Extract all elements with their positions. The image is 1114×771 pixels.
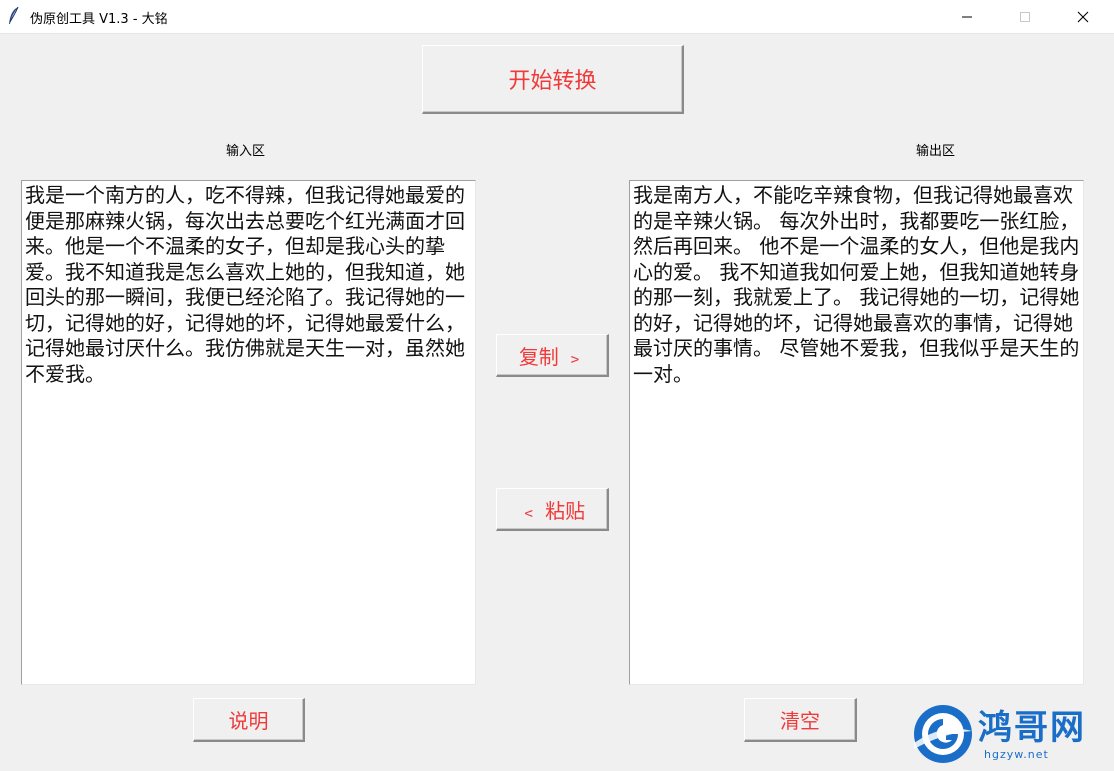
help-button[interactable]: 说明 [193,698,305,742]
input-area-label: 输入区 [226,144,266,159]
input-textarea[interactable]: 我是一个南方的人，吃不得辣，但我记得她最爱的便是那麻辣火锅，每次出去总要吃个红光… [21,180,476,685]
feather-icon [9,6,19,24]
maximize-button[interactable] [996,0,1054,33]
watermark-url: hgzyw.net [984,748,1049,761]
minimize-button[interactable] [938,0,996,33]
watermark-logo: 鸿哥网 hgzyw.net [912,700,1112,768]
window-title: 伪原创工具 V1.3 - 大铭 [30,12,168,27]
close-icon [1077,11,1089,22]
output-area-label: 输出区 [916,144,956,159]
watermark-name: 鸿哥网 [978,708,1086,748]
start-convert-button[interactable]: 开始转换 [422,45,684,114]
minimize-icon [962,16,972,17]
output-textarea[interactable]: 我是南方人，不能吃辛辣食物，但我记得她最喜欢的是辛辣火锅。 每次外出时，我都要吃… [629,180,1084,685]
maximize-icon [1020,11,1030,22]
close-button[interactable] [1054,0,1112,33]
paste-button[interactable]: ﹤ 粘贴 [496,488,609,531]
watermark-logo-icon [914,705,972,763]
title-bar: 伪原创工具 V1.3 - 大铭 [0,0,1114,34]
clear-button[interactable]: 清空 [744,698,857,742]
copy-button[interactable]: 复制 ﹥ [496,334,609,377]
app-window: 伪原创工具 V1.3 - 大铭 开始转换 输入区 输出区 我是一个南方的人，吃不… [0,0,1114,771]
